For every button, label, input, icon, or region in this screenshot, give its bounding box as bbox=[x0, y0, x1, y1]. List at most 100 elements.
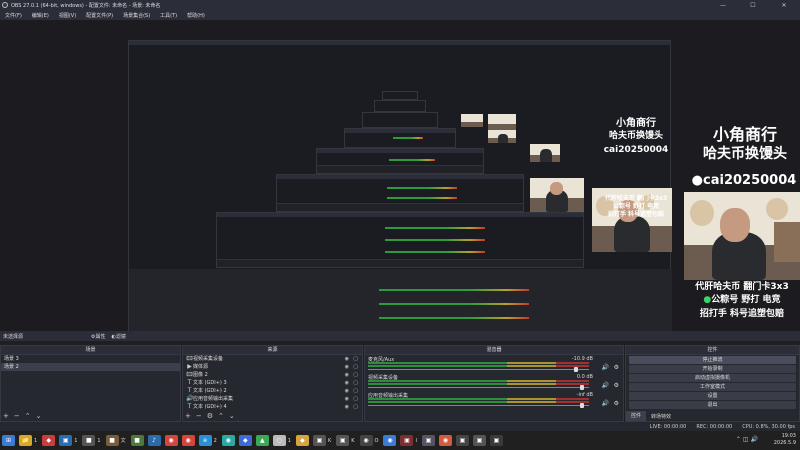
preview-canvas[interactable] bbox=[128, 40, 672, 331]
source-item[interactable]: 🖾 视频采集设备 ◉ ▢ bbox=[183, 355, 362, 363]
start-recording-button[interactable]: 开始录制 bbox=[629, 365, 796, 373]
taskbar-app-icon[interactable]: e bbox=[198, 435, 212, 446]
move-down-icon[interactable]: ⌄ bbox=[229, 412, 235, 420]
taskbar-app-icon[interactable]: ◉ bbox=[438, 435, 452, 446]
eye-icon[interactable]: ◉ bbox=[345, 379, 349, 387]
remove-source-button[interactable]: − bbox=[196, 412, 202, 420]
volume-slider[interactable] bbox=[368, 387, 589, 388]
taskbar-app-icon[interactable]: ⊞ bbox=[2, 435, 15, 446]
taskbar-app-icon[interactable]: ■ bbox=[82, 435, 96, 446]
taskbar-app-icon[interactable]: ◉ bbox=[359, 435, 373, 446]
gear-icon[interactable]: ⚙ bbox=[614, 382, 619, 389]
overlay-copy-line4: 代肝哈夫币 翻门卡3x3 bbox=[604, 195, 668, 202]
source-item[interactable]: T 文本 (GDI+) 2 ◉ ▢ bbox=[183, 387, 362, 395]
exit-button[interactable]: 退出 bbox=[629, 401, 796, 409]
volume-knob[interactable] bbox=[580, 385, 585, 390]
lock-icon[interactable]: ▢ bbox=[353, 395, 358, 403]
volume-knob[interactable] bbox=[580, 403, 585, 408]
lock-icon[interactable]: ▢ bbox=[353, 355, 358, 363]
source-item[interactable]: T 文本 (GDI+) 4 ◉ ▢ bbox=[183, 403, 362, 411]
move-up-icon[interactable]: ⌃ bbox=[25, 412, 31, 420]
source-type-icon: 🔊 bbox=[186, 395, 194, 402]
menu-view[interactable]: 视图(V) bbox=[54, 12, 81, 19]
menu-help[interactable]: 帮助(H) bbox=[182, 12, 210, 19]
lock-icon[interactable]: ▢ bbox=[353, 371, 358, 379]
taskbar-app-label: K bbox=[327, 437, 332, 444]
lock-icon[interactable]: ▢ bbox=[353, 387, 358, 395]
eye-icon[interactable]: ◉ bbox=[345, 387, 349, 395]
taskbar-app-icon[interactable]: ◉ bbox=[221, 435, 235, 446]
taskbar-app-icon[interactable]: ▣ bbox=[421, 435, 435, 446]
eye-icon[interactable]: ◉ bbox=[345, 371, 349, 379]
settings-button[interactable]: 设置 bbox=[629, 392, 796, 400]
eye-icon[interactable]: ◉ bbox=[345, 363, 349, 371]
taskbar-app-icon[interactable]: ▣ bbox=[472, 435, 486, 446]
source-item[interactable]: ▶ 媒体源 ◉ ▢ bbox=[183, 363, 362, 371]
eye-icon[interactable]: ◉ bbox=[345, 395, 349, 403]
volume-knob[interactable] bbox=[573, 367, 578, 372]
eye-icon[interactable]: ◉ bbox=[345, 403, 349, 411]
preview-area[interactable]: 小角商行 哈夫币换馒头 ●cai20250004 代肝哈夫币 翻门卡3x3 ●公… bbox=[0, 20, 800, 331]
scene-item[interactable]: 场景 2 bbox=[1, 363, 180, 371]
speaker-icon[interactable]: 🔊 bbox=[602, 364, 609, 371]
remove-scene-button[interactable]: − bbox=[14, 412, 20, 420]
virtual-camera-button[interactable]: 启动虚拟摄像机 bbox=[629, 374, 796, 382]
menu-profile[interactable]: 配置文件(P) bbox=[81, 12, 118, 19]
taskbar-app-icon[interactable]: ▣ bbox=[59, 435, 73, 446]
maximize-button[interactable]: ☐ bbox=[742, 0, 764, 10]
menu-edit[interactable]: 编辑(E) bbox=[27, 12, 54, 19]
move-up-icon[interactable]: ⌃ bbox=[218, 412, 224, 420]
taskbar-app-icon[interactable]: ▣ bbox=[312, 435, 326, 446]
taskbar-app-icon[interactable]: ◆ bbox=[238, 435, 252, 446]
taskbar-app-icon[interactable]: ◆ bbox=[295, 435, 309, 446]
studio-mode-button[interactable]: 工作室模式 bbox=[629, 383, 796, 391]
gear-icon[interactable]: ⚙ bbox=[614, 364, 619, 371]
chevron-up-icon[interactable]: ⌃ bbox=[736, 436, 743, 443]
stop-streaming-button[interactable]: 停止推流 bbox=[629, 356, 796, 364]
taskbar-app-icon[interactable]: ◉ bbox=[181, 435, 195, 446]
volume-icon[interactable]: 🔊 bbox=[751, 436, 760, 443]
filters-button[interactable]: ◐滤镜 bbox=[112, 333, 126, 340]
gear-icon[interactable]: ⚙ bbox=[614, 400, 619, 407]
taskbar-app-icon[interactable]: ▲ bbox=[255, 435, 269, 446]
taskbar-app-icon[interactable]: ♪ bbox=[147, 435, 161, 446]
taskbar-app-icon[interactable]: ○ bbox=[272, 435, 286, 446]
taskbar-app-icon[interactable]: ▣ bbox=[489, 435, 503, 446]
taskbar-app-icon[interactable]: ▣ bbox=[336, 435, 350, 446]
move-down-icon[interactable]: ⌄ bbox=[36, 412, 42, 420]
taskbar-app-icon[interactable]: ◉ bbox=[164, 435, 178, 446]
scene-item[interactable]: 场景 3 bbox=[1, 355, 180, 363]
close-button[interactable]: ✕ bbox=[773, 0, 795, 10]
network-icon[interactable]: ◫ bbox=[743, 436, 751, 443]
speaker-icon[interactable]: 🔊 bbox=[602, 400, 609, 407]
source-item[interactable]: T 文本 (GDI+) 3 ◉ ▢ bbox=[183, 379, 362, 387]
speaker-icon[interactable]: 🔊 bbox=[602, 382, 609, 389]
taskbar-app-icon[interactable]: ◉ bbox=[383, 435, 397, 446]
lock-icon[interactable]: ▢ bbox=[353, 403, 358, 411]
menu-tools[interactable]: 工具(T) bbox=[155, 12, 182, 19]
minimize-button[interactable]: — bbox=[712, 0, 734, 10]
taskbar-app-icon[interactable]: ■ bbox=[130, 435, 144, 446]
taskbar-app-icon[interactable]: ◆ bbox=[42, 435, 56, 446]
add-source-button[interactable]: + bbox=[185, 412, 191, 420]
properties-button[interactable]: ⚙属性 bbox=[91, 333, 106, 340]
menu-scene-collection[interactable]: 场景集合(S) bbox=[118, 12, 155, 19]
source-item[interactable]: 🖾 图像 2 ◉ ▢ bbox=[183, 371, 362, 379]
source-gear-icon[interactable]: ⚙ bbox=[207, 412, 213, 420]
source-item[interactable]: 🔊 应用音频输出采集 ◉ ▢ bbox=[183, 395, 362, 403]
menu-file[interactable]: 文件(F) bbox=[0, 12, 27, 19]
lock-icon[interactable]: ▢ bbox=[353, 379, 358, 387]
lock-icon[interactable]: ▢ bbox=[353, 363, 358, 371]
volume-slider[interactable] bbox=[368, 369, 589, 370]
taskbar-app-icon[interactable]: ■ bbox=[105, 435, 119, 446]
taskbar-app-icon[interactable]: 📁 bbox=[19, 435, 32, 446]
add-scene-button[interactable]: + bbox=[3, 412, 9, 420]
clock[interactable]: 19:03 2026.5.9 bbox=[774, 433, 796, 447]
taskbar-app-icon[interactable]: ▣ bbox=[400, 435, 414, 446]
volume-slider[interactable] bbox=[368, 405, 589, 406]
no-source-label: 未选择源 bbox=[3, 333, 24, 340]
taskbar-app-icon[interactable]: ▣ bbox=[455, 435, 469, 446]
tab-transitions[interactable]: 转场特效 bbox=[646, 413, 676, 420]
tab-controls[interactable]: 控件 bbox=[626, 411, 647, 421]
eye-icon[interactable]: ◉ bbox=[345, 355, 349, 363]
